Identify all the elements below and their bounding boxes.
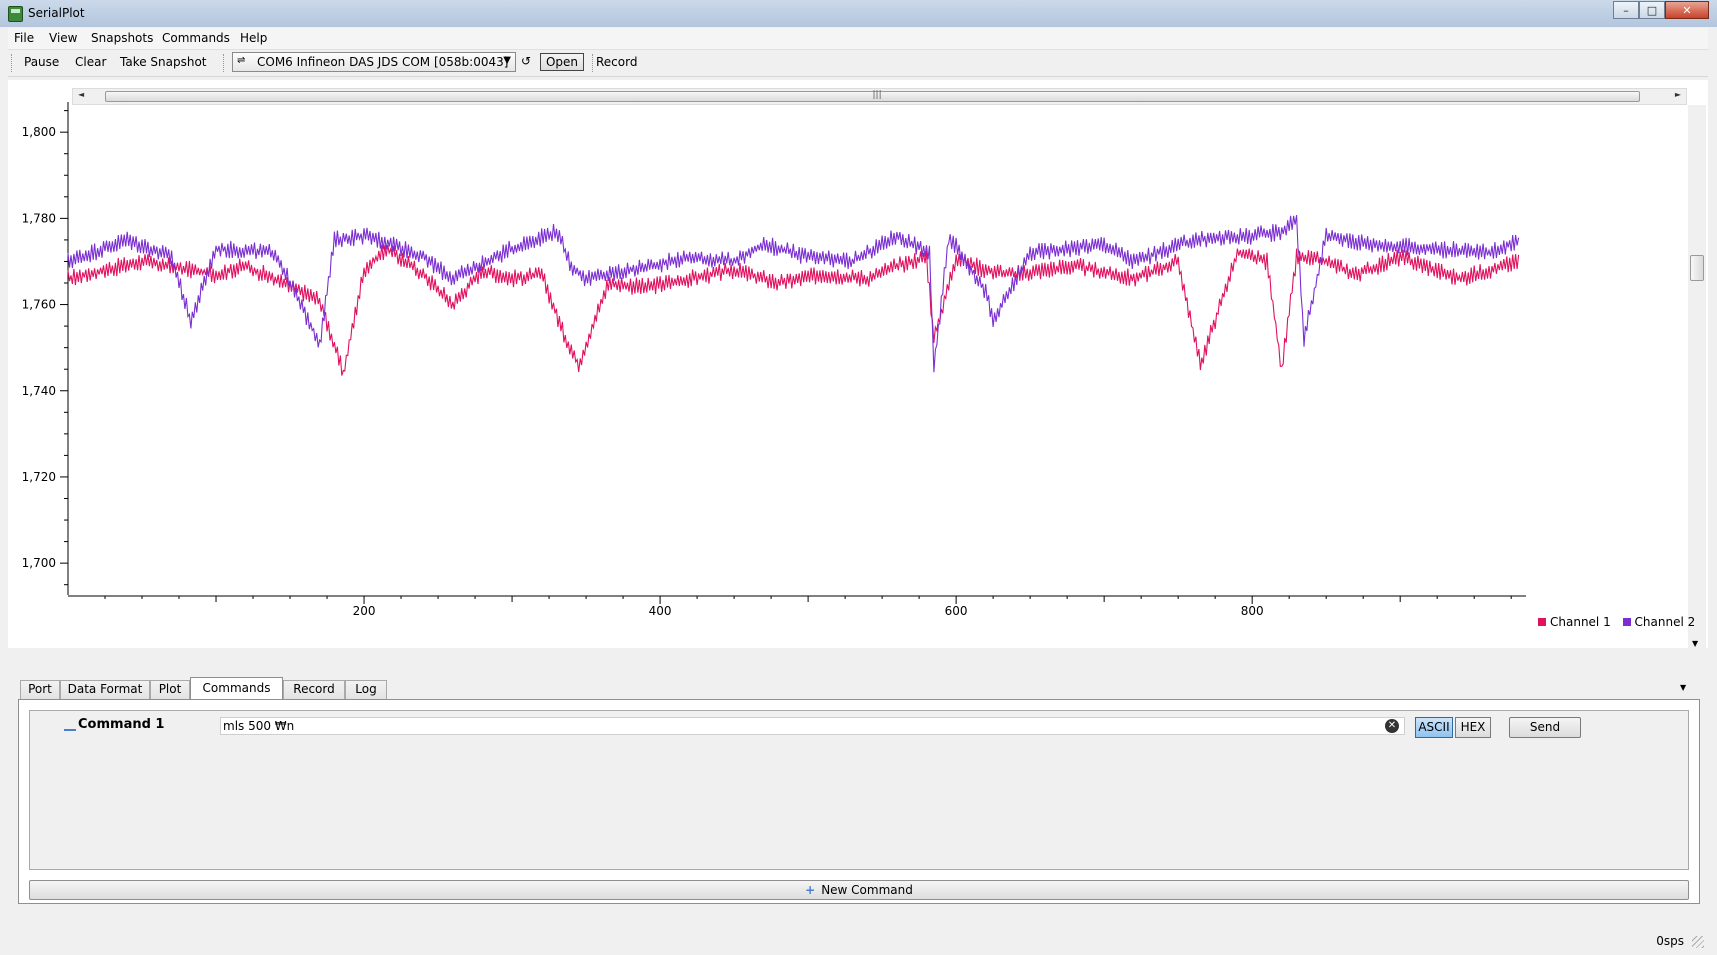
hex-toggle[interactable]: HEX xyxy=(1455,717,1491,738)
main-window: SerialPlot – □ ✕ File View Snapshots Com… xyxy=(0,0,1717,955)
x-tick-label: 200 xyxy=(353,604,376,618)
tab-port[interactable]: Port xyxy=(20,680,60,699)
record-button[interactable]: Record xyxy=(596,55,637,69)
tab-plot[interactable]: Plot xyxy=(150,680,190,699)
tab-commands[interactable]: Commands xyxy=(190,677,283,700)
menu-help[interactable]: Help xyxy=(240,31,267,45)
open-button[interactable]: Open xyxy=(540,53,584,71)
legend-entry-channel-2: Channel 2 xyxy=(1622,615,1696,629)
tab-data-format[interactable]: Data Format xyxy=(60,680,150,699)
toolbar: Pause Clear Take Snapshot ⇌ COM6 Infineo… xyxy=(8,50,1708,77)
port-select-value: COM6 Infineon DAS JDS COM [058b:0043] xyxy=(257,55,509,69)
minimize-button[interactable]: – xyxy=(1613,1,1639,19)
status-bar: 0sps xyxy=(8,930,1708,952)
x-axis-strip xyxy=(8,648,1708,673)
plus-icon: + xyxy=(805,883,816,897)
ascii-toggle[interactable]: ASCII xyxy=(1415,717,1453,738)
clear-input-icon[interactable]: ✕ xyxy=(1385,719,1399,733)
command-list: Command 1 ✕ ASCII HEX Send xyxy=(29,710,1689,870)
legend-label: Channel 1 xyxy=(1550,615,1611,629)
plot-area: 1,700 1,720 1,740 1,760 1,780 1,800 200 400 600 8… xyxy=(8,80,1708,650)
usb-icon: ⇌ xyxy=(237,55,246,66)
x-tick-label: 800 xyxy=(1241,604,1264,618)
clear-button[interactable]: Clear xyxy=(75,55,106,69)
y-tick-label: 1,800 xyxy=(22,125,56,139)
tab-log[interactable]: Log xyxy=(345,680,387,699)
send-button[interactable]: Send xyxy=(1509,717,1581,738)
scroll-right-icon[interactable]: ► xyxy=(1675,90,1681,99)
horizontal-scrollbar[interactable]: ◄ ||| ► xyxy=(72,88,1687,105)
toolbar-separator xyxy=(592,54,594,72)
commands-panel: Command 1 ✕ ASCII HEX Send + New Command xyxy=(18,699,1700,904)
scroll-left-icon[interactable]: ◄ xyxy=(78,90,84,99)
vertical-scrollbar[interactable]: ▼ xyxy=(1688,105,1706,650)
x-tick-label: 600 xyxy=(945,604,968,618)
close-button[interactable]: ✕ xyxy=(1665,1,1709,19)
maximize-button[interactable]: □ xyxy=(1639,1,1665,19)
minus-icon xyxy=(64,729,76,731)
take-snapshot-button[interactable]: Take Snapshot xyxy=(120,55,207,69)
tab-record[interactable]: Record xyxy=(283,680,345,699)
resize-grip[interactable] xyxy=(1692,936,1704,948)
pause-button[interactable]: Pause xyxy=(24,55,59,69)
remove-command-button[interactable] xyxy=(44,715,76,737)
refresh-icon[interactable]: ↺ xyxy=(521,54,531,68)
legend-entry-channel-1: Channel 1 xyxy=(1538,615,1611,629)
y-tick-label: 1,740 xyxy=(22,384,56,398)
series-line-2 xyxy=(67,215,1520,373)
menu-snapshots[interactable]: Snapshots xyxy=(91,31,153,45)
window-title: SerialPlot xyxy=(28,6,85,20)
toolbar-handle xyxy=(11,54,13,72)
command-input[interactable] xyxy=(220,717,1405,735)
menu-view[interactable]: View xyxy=(49,31,77,45)
vertical-scroll-thumb[interactable] xyxy=(1690,255,1704,281)
chevron-down-icon: ▼ xyxy=(503,55,511,66)
chart-legend: Channel 1 Channel 2 xyxy=(1538,615,1703,629)
new-command-button[interactable]: + New Command xyxy=(29,880,1689,900)
toolbar-separator xyxy=(223,54,225,72)
panel-menu-icon[interactable]: ▼ xyxy=(1680,683,1686,692)
title-bar[interactable]: SerialPlot – □ ✕ xyxy=(0,0,1717,27)
y-tick-label: 1,780 xyxy=(22,211,56,225)
menu-commands[interactable]: Commands xyxy=(162,31,230,45)
plot-canvas[interactable]: 1,700 1,720 1,740 1,760 1,780 1,800 200 400 600 8… xyxy=(8,80,1708,648)
y-tick-label: 1,720 xyxy=(22,470,56,484)
series-line-1 xyxy=(67,244,1520,376)
sample-rate: 0sps xyxy=(1656,934,1684,948)
legend-label: Channel 2 xyxy=(1634,615,1696,629)
command-name[interactable]: Command 1 xyxy=(78,717,164,732)
y-tick-label: 1,760 xyxy=(22,298,56,312)
app-icon xyxy=(8,6,23,22)
scroll-down-icon[interactable]: ▼ xyxy=(1692,639,1698,648)
menu-bar: File View Snapshots Commands Help xyxy=(8,28,1708,50)
horizontal-scroll-thumb[interactable]: ||| xyxy=(105,90,1640,102)
new-command-label: New Command xyxy=(821,883,913,897)
y-tick-label: 1,700 xyxy=(22,556,56,570)
x-tick-label: 400 xyxy=(649,604,672,618)
menu-file[interactable]: File xyxy=(14,31,34,45)
port-select[interactable]: ⇌ COM6 Infineon DAS JDS COM [058b:0043] … xyxy=(232,52,516,72)
